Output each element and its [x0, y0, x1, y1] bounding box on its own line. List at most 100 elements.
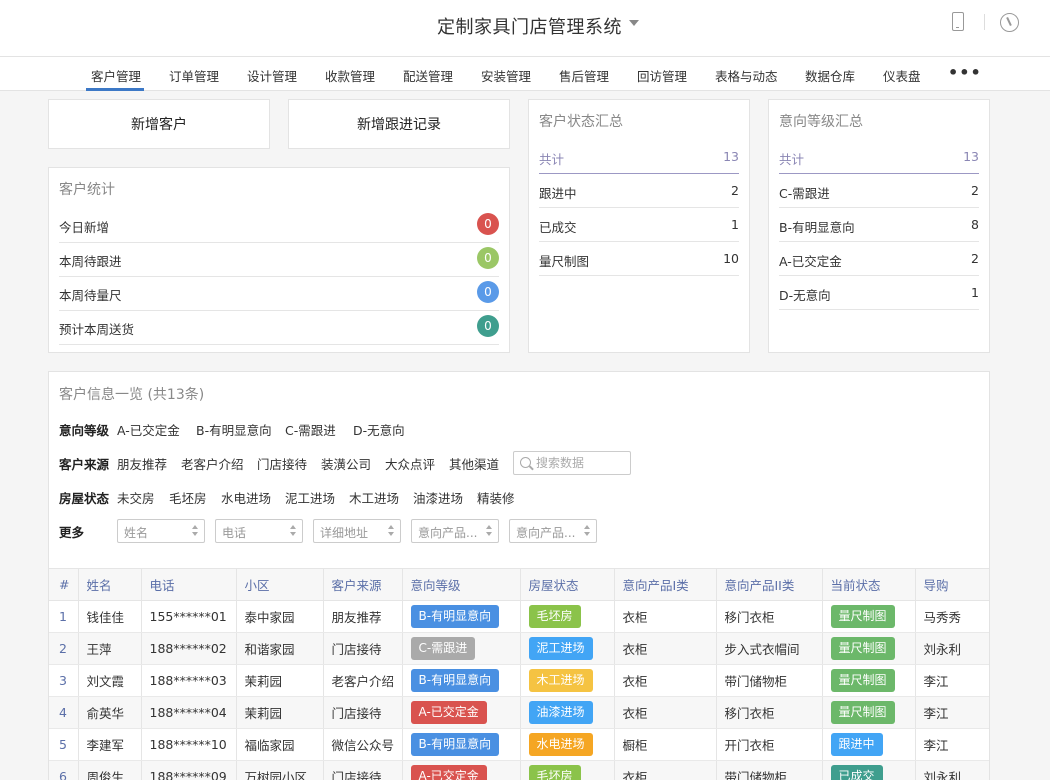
nav-item-warehouse[interactable]: 数据仓库 [805, 66, 855, 85]
add-followup-button[interactable]: 新增跟进记录 [288, 99, 510, 149]
stat-count-badge: 0 [477, 247, 499, 269]
column-header-level[interactable]: 意向等级 [402, 568, 521, 601]
column-header-guide[interactable]: 导购 [915, 568, 989, 601]
summary-label: A-已交定金 [779, 254, 842, 269]
search-input[interactable] [536, 455, 626, 471]
status-tag: 量尺制图 [830, 605, 895, 628]
table-row[interactable]: 4 俞英华 188******04 茉莉园 门店接待 A-已交定金 油漆进场 衣柜 移门衣柜 量尺… [49, 696, 989, 729]
table-row[interactable]: 6 周俊生 188******09 万树园小区 门店接待 A-已交定金 毛坯房 衣柜 带门储物柜… [49, 760, 989, 780]
column-header-community[interactable]: 小区 [236, 568, 324, 601]
filter-option-house[interactable]: 泥工进场 [285, 488, 335, 507]
filter-option-source[interactable]: 其他渠道 [449, 454, 499, 473]
status-summary-card: 客户状态汇总 共计 13 跟进中 2 已成交 1 量尺制图 10 [528, 99, 750, 353]
table-row[interactable]: 5 李建军 188******10 福临家园 微信公众号 B-有明显意向 水电进场 橱柜 开门衣… [49, 728, 989, 761]
column-header-source[interactable]: 客户来源 [323, 568, 403, 601]
add-customer-button[interactable]: 新增客户 [48, 99, 270, 149]
col-product1-cell: 衣柜 [614, 664, 717, 697]
filter-option-source[interactable]: 门店接待 [257, 454, 307, 473]
filter-select-address[interactable]: 详细地址 [313, 519, 401, 543]
summary-row[interactable]: 量尺制图 10 [539, 242, 739, 276]
summary-row[interactable]: 跟进中 2 [539, 174, 739, 208]
summary-row[interactable]: D-无意向 1 [779, 276, 979, 310]
col-product2-cell: 开门衣柜 [716, 728, 823, 761]
filter-option-house[interactable]: 精装修 [477, 488, 515, 507]
column-header-phone[interactable]: 电话 [141, 568, 237, 601]
col-name-cell: 周俊生 [78, 760, 142, 780]
col-house-cell: 油漆进场 [520, 696, 615, 729]
nav-item-revisit[interactable]: 回访管理 [637, 66, 687, 85]
filter-option-level[interactable]: B-有明显意向 [196, 420, 272, 439]
filter-option-source[interactable]: 老客户介绍 [181, 454, 244, 473]
col-phone-cell: 188******10 [141, 728, 237, 761]
table-row[interactable]: 3 刘文霞 188******03 茉莉园 老客户介绍 B-有明显意向 木工进场 衣柜 带门储物… [49, 664, 989, 697]
table-row[interactable]: 2 王萍 188******02 和谐家园 门店接待 C-需跟进 泥工进场 衣柜 步入式衣帽间量… [49, 632, 989, 665]
summary-row[interactable]: A-已交定金 2 [779, 242, 979, 276]
col-level-cell: B-有明显意向 [402, 728, 521, 761]
nav-item-delivery[interactable]: 配送管理 [403, 66, 453, 85]
filter-option-level[interactable]: D-无意向 [353, 420, 405, 439]
nav-item-payment[interactable]: 收款管理 [325, 66, 375, 85]
status-tag: B-有明显意向 [410, 669, 500, 692]
summary-label: 跟进中 [539, 186, 577, 201]
column-header-product2[interactable]: 意向产品II类 [716, 568, 823, 601]
filter-option-house[interactable]: 木工进场 [349, 488, 399, 507]
filter-option-level[interactable]: C-需跟进 [285, 420, 336, 439]
filter-select-phone[interactable]: 电话 [215, 519, 303, 543]
nav-item-install[interactable]: 安装管理 [481, 66, 531, 85]
column-header-product1[interactable]: 意向产品I类 [614, 568, 717, 601]
stat-row[interactable]: 预计本周送货 0 [59, 311, 499, 345]
search-box[interactable] [513, 451, 631, 475]
filter-select-product1[interactable]: 意向产品... [411, 519, 499, 543]
stat-count-badge: 0 [477, 213, 499, 235]
nav-item-dashboard[interactable]: 仪表盘 [883, 66, 921, 85]
col-phone-cell: 188******03 [141, 664, 237, 697]
nav-more-icon[interactable]: ••• [948, 63, 982, 82]
app-title[interactable]: 定制家具门店管理系统 [437, 13, 622, 39]
filter-option-house[interactable]: 毛坯房 [169, 488, 207, 507]
status-tag: 木工进场 [528, 669, 593, 692]
nav-item-order[interactable]: 订单管理 [169, 66, 219, 85]
status-tag: 量尺制图 [830, 701, 895, 724]
select-placeholder: 意向产品... [418, 526, 478, 540]
level-summary-title: 意向等级汇总 [779, 114, 863, 130]
filter-option-source[interactable]: 朋友推荐 [117, 454, 167, 473]
summary-row[interactable]: 已成交 1 [539, 208, 739, 242]
nav-item-customer[interactable]: 客户管理 [91, 66, 141, 85]
title-dropdown-icon[interactable] [629, 20, 639, 26]
nav-item-tables[interactable]: 表格与动态 [715, 66, 778, 85]
summary-label: 量尺制图 [539, 254, 590, 269]
col-community-cell: 茉莉园 [236, 664, 324, 697]
filter-option-house[interactable]: 未交房 [117, 488, 155, 507]
col-guide-cell: 刘永利 [915, 632, 989, 665]
nav-item-aftersale[interactable]: 售后管理 [559, 66, 609, 85]
stat-row[interactable]: 本周待跟进 0 [59, 243, 499, 277]
nav-item-design[interactable]: 设计管理 [247, 66, 297, 85]
summary-total-row: 共计 13 [779, 140, 979, 174]
filter-option-level[interactable]: A-已交定金 [117, 420, 180, 439]
column-header-house[interactable]: 房屋状态 [520, 568, 615, 601]
filter-select-product2[interactable]: 意向产品... [509, 519, 597, 543]
stat-row[interactable]: 本周待量尺 0 [59, 277, 499, 311]
summary-row[interactable]: C-需跟进 2 [779, 174, 979, 208]
col-house-cell: 毛坯房 [520, 760, 615, 780]
mobile-icon[interactable] [952, 12, 964, 31]
column-header-name[interactable]: 姓名 [78, 568, 142, 601]
help-icon[interactable] [1000, 13, 1019, 32]
filter-option-source[interactable]: 大众点评 [385, 454, 435, 473]
filter-option-source[interactable]: 装潢公司 [321, 454, 371, 473]
col-index-cell: 3 [49, 664, 79, 697]
col-status-cell: 量尺制图 [822, 696, 916, 729]
summary-label: B-有明显意向 [779, 220, 855, 235]
column-header-index[interactable]: # [49, 568, 79, 601]
column-header-status[interactable]: 当前状态 [822, 568, 916, 601]
summary-row[interactable]: B-有明显意向 8 [779, 208, 979, 242]
filter-option-house[interactable]: 水电进场 [221, 488, 271, 507]
filter-option-house[interactable]: 油漆进场 [413, 488, 463, 507]
summary-value: 2 [971, 251, 979, 266]
col-product2-cell: 带门储物柜 [716, 760, 823, 780]
filter-select-name[interactable]: 姓名 [117, 519, 205, 543]
table-row[interactable]: 1 钱佳佳 155******01 泰中家园 朋友推荐 B-有明显意向 毛坯房 衣柜 移门衣柜量… [49, 600, 989, 633]
stat-row[interactable]: 今日新增 0 [59, 209, 499, 243]
status-tag: C-需跟进 [410, 637, 476, 660]
col-community-cell: 茉莉园 [236, 696, 324, 729]
